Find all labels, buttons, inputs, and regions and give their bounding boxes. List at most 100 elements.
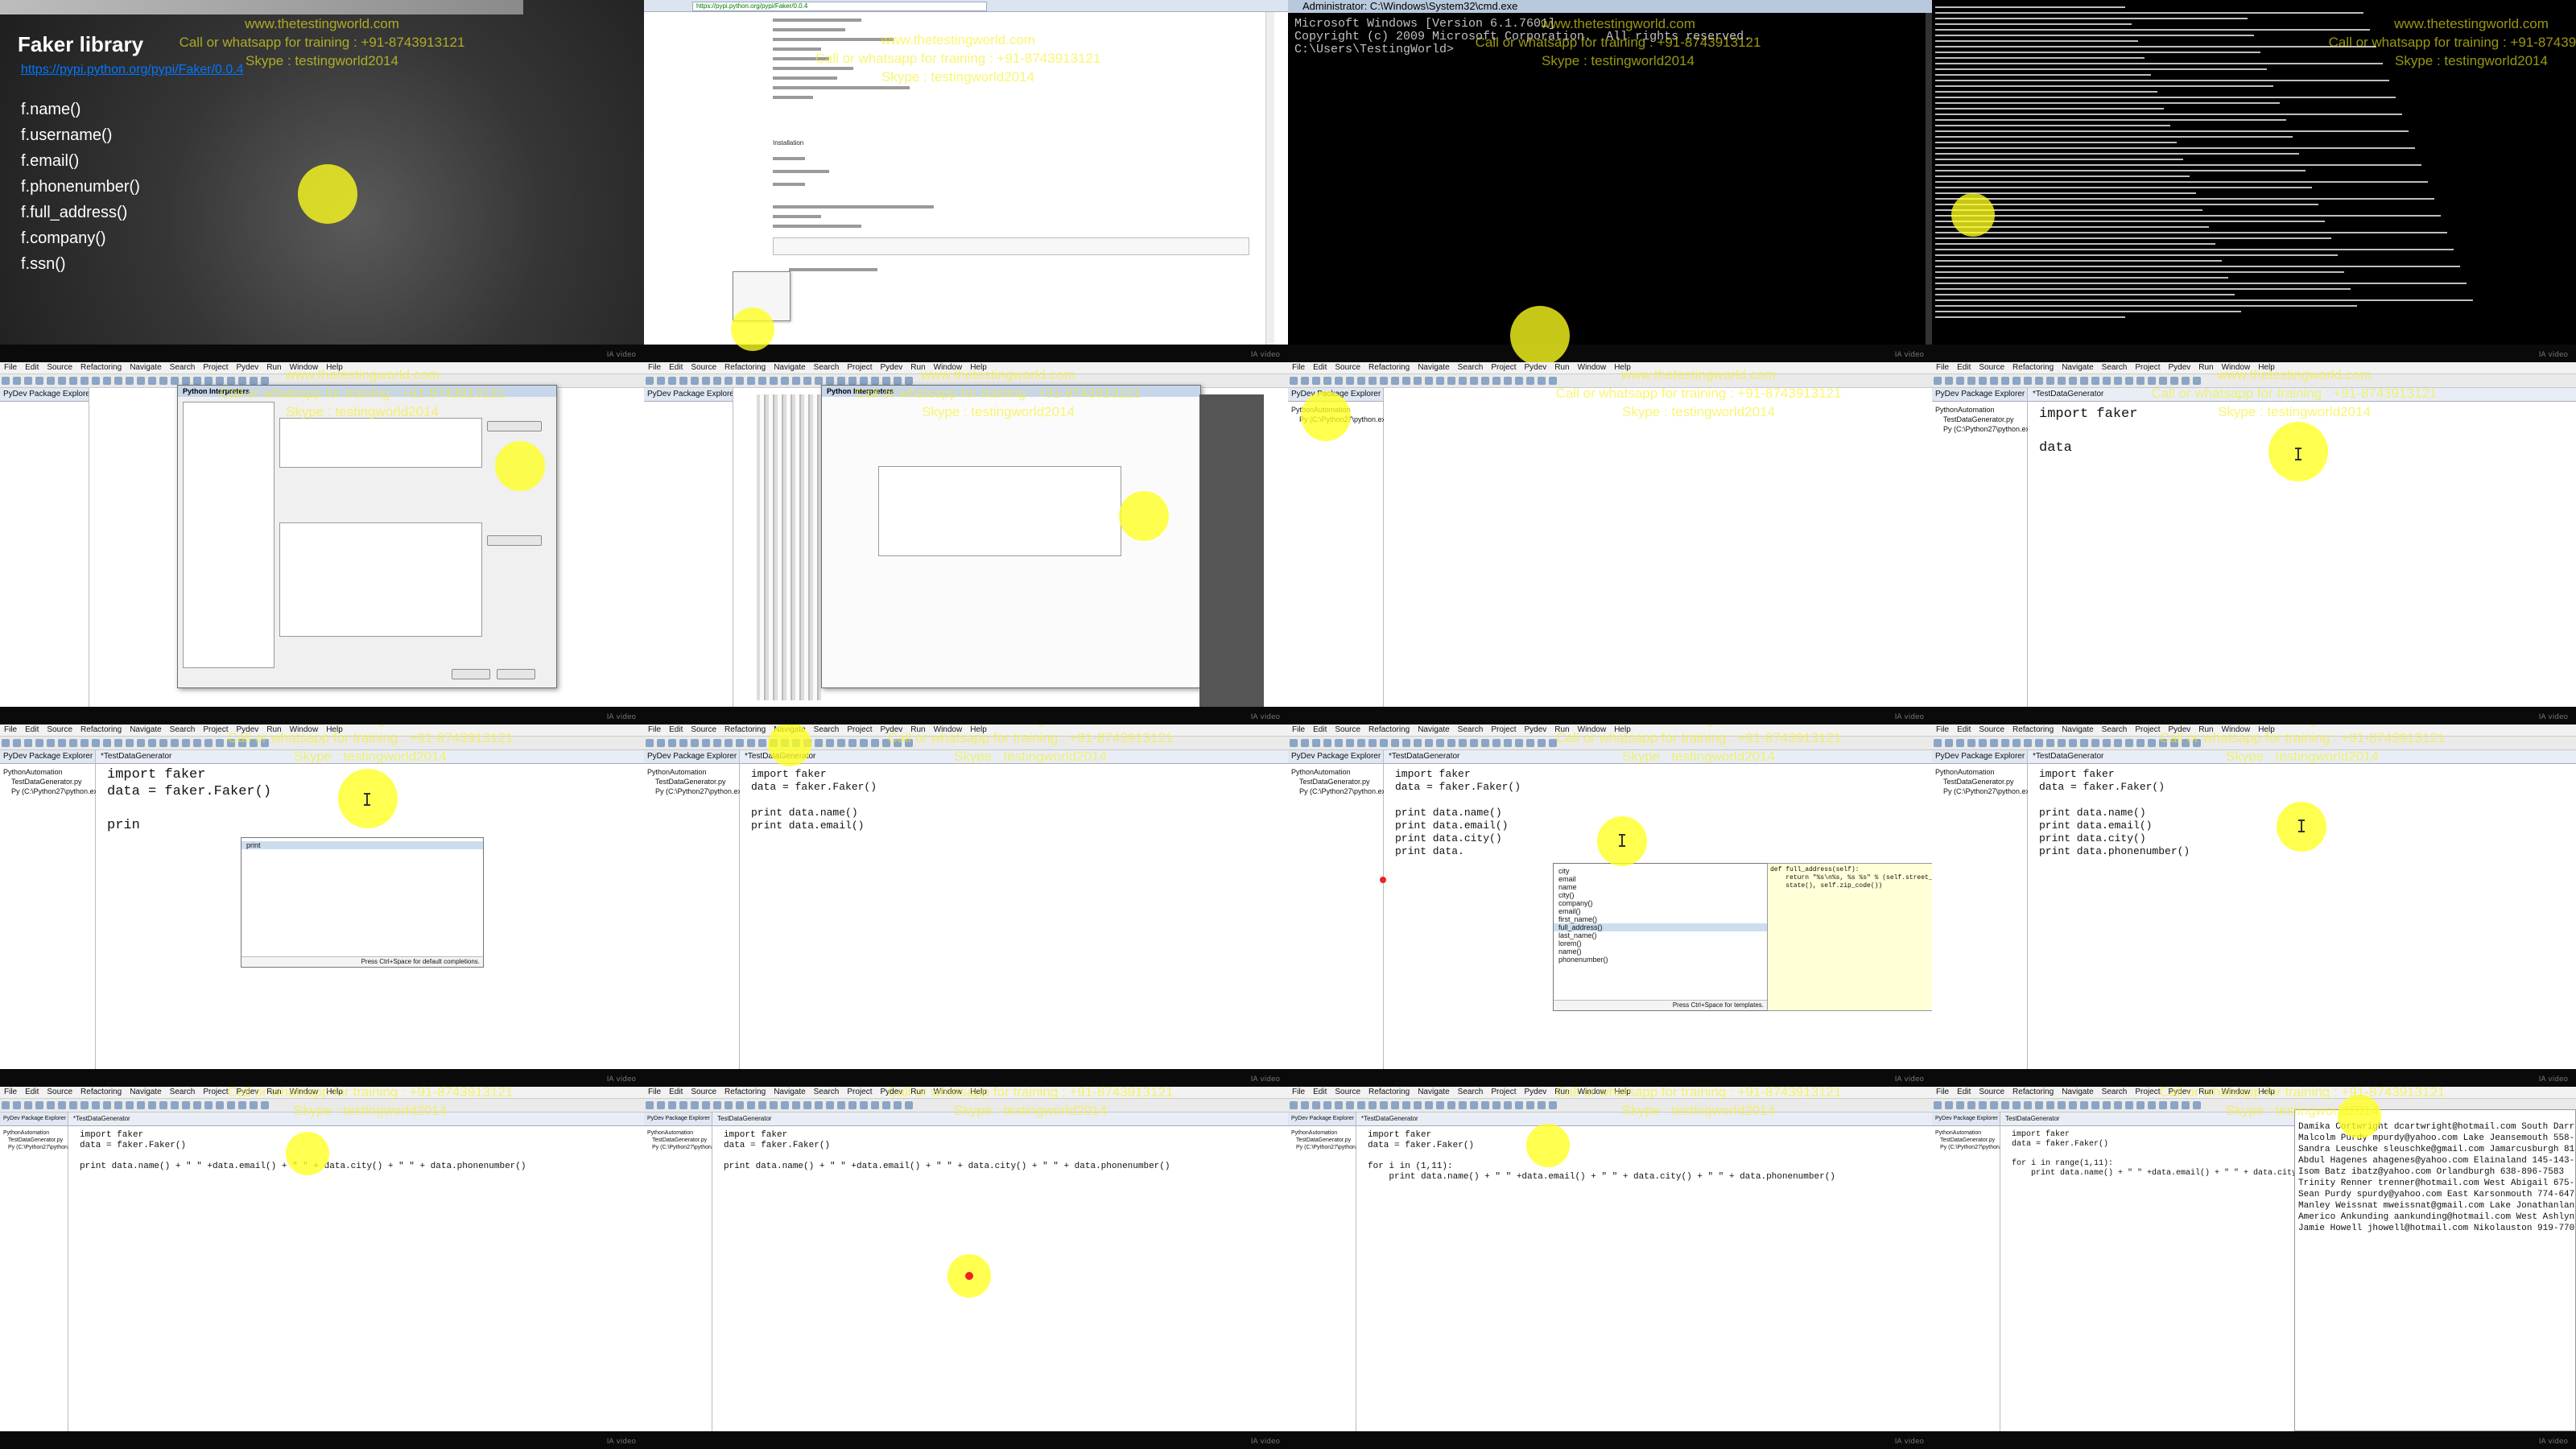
- toolbar-button[interactable]: [24, 739, 32, 747]
- toolbar-button[interactable]: [657, 1101, 665, 1109]
- toolbar-button[interactable]: [92, 739, 100, 747]
- toolbar-button[interactable]: [1368, 377, 1377, 385]
- toolbar-button[interactable]: [2001, 1101, 2009, 1109]
- menu-item[interactable]: Navigate: [130, 1088, 161, 1096]
- toolbar-button[interactable]: [781, 1101, 789, 1109]
- tree-item-interpreter[interactable]: Py (C:\Python27\python.exe): [3, 1144, 80, 1151]
- toolbar-button[interactable]: [2091, 1101, 2099, 1109]
- tree-item-file[interactable]: TestDataGenerator.py: [1935, 777, 2024, 786]
- toolbar-button[interactable]: [1504, 1101, 1512, 1109]
- tree-item-interpreter[interactable]: Py (C:\Python27\python.exe): [1291, 786, 1392, 796]
- menu-item[interactable]: File: [4, 363, 17, 372]
- tree-item-project[interactable]: PythonAutomation: [1291, 767, 1380, 777]
- tree-item-interpreter[interactable]: Py (C:\Python27\python.exe): [1935, 786, 2036, 796]
- toolbar-button[interactable]: [1481, 1101, 1489, 1109]
- toolbar-button[interactable]: [1425, 377, 1433, 385]
- toolbar-button[interactable]: [2, 1101, 10, 1109]
- toolbar-button[interactable]: [826, 1101, 834, 1109]
- toolbar-button[interactable]: [2103, 739, 2111, 747]
- toolbar-button[interactable]: [713, 739, 721, 747]
- toolbar-button[interactable]: [148, 377, 156, 385]
- toolbar-button[interactable]: [1934, 377, 1942, 385]
- menu-item[interactable]: Navigate: [1418, 1088, 1449, 1096]
- toolbar-button[interactable]: [792, 1101, 800, 1109]
- toolbar-button[interactable]: [1436, 377, 1444, 385]
- menu-item[interactable]: Source: [47, 363, 72, 372]
- toolbar-button[interactable]: [2035, 1101, 2043, 1109]
- completion-item[interactable]: full_address(): [1554, 923, 1767, 931]
- toolbar-button[interactable]: [2035, 739, 2043, 747]
- toolbar-button[interactable]: [1391, 739, 1399, 747]
- menu-item[interactable]: Edit: [1957, 1088, 1971, 1096]
- menu-item[interactable]: File: [1936, 1088, 1949, 1096]
- toolbar-button[interactable]: [713, 1101, 721, 1109]
- menu-item[interactable]: Source: [1979, 363, 2004, 372]
- completion-item[interactable]: phonenumber(): [1554, 956, 1767, 964]
- toolbar-button[interactable]: [159, 377, 167, 385]
- libraries-list[interactable]: [279, 522, 482, 637]
- tree-item-project[interactable]: PythonAutomation: [647, 767, 736, 777]
- menu-item[interactable]: Navigate: [774, 1088, 805, 1096]
- toolbar-button[interactable]: [1357, 739, 1365, 747]
- toolbar-button[interactable]: [58, 1101, 66, 1109]
- toolbar-button[interactable]: [691, 1101, 699, 1109]
- menu-item[interactable]: Edit: [25, 1088, 39, 1096]
- completion-item[interactable]: lorem(): [1554, 939, 1767, 947]
- toolbar-button[interactable]: [159, 1101, 167, 1109]
- toolbar-button[interactable]: [1414, 739, 1422, 747]
- menu-item[interactable]: Source: [1979, 725, 2004, 734]
- toolbar-button[interactable]: [646, 377, 654, 385]
- menu-item[interactable]: Source: [1979, 1088, 2004, 1096]
- menu-item[interactable]: Source: [1335, 363, 1360, 372]
- toolbar-button[interactable]: [1425, 739, 1433, 747]
- toolbar-button[interactable]: [2035, 377, 2043, 385]
- toolbar-button[interactable]: [2046, 377, 2054, 385]
- menu-item[interactable]: Search: [1458, 1088, 1484, 1096]
- toolbar-button[interactable]: [702, 377, 710, 385]
- menu-item[interactable]: File: [1936, 725, 1949, 734]
- toolbar-button[interactable]: [1335, 739, 1343, 747]
- toolbar-button[interactable]: [702, 739, 710, 747]
- toolbar-button[interactable]: [1357, 377, 1365, 385]
- toolbar-button[interactable]: [1470, 1101, 1478, 1109]
- toolbar-button[interactable]: [1481, 739, 1489, 747]
- toolbar-button[interactable]: [137, 1101, 145, 1109]
- tree-item-project[interactable]: PythonAutomation: [1935, 405, 2024, 415]
- toolbar-button[interactable]: [1391, 377, 1399, 385]
- completion-popup[interactable]: print Press Ctrl+Space for default compl…: [241, 837, 484, 968]
- toolbar-button[interactable]: [1335, 1101, 1343, 1109]
- completion-item[interactable]: email(): [1554, 907, 1767, 915]
- menu-item[interactable]: Source: [1335, 1088, 1360, 1096]
- toolbar-button[interactable]: [1934, 1101, 1942, 1109]
- toolbar-button[interactable]: [803, 1101, 811, 1109]
- tree-item-file[interactable]: TestDataGenerator.py: [1935, 1137, 1996, 1144]
- toolbar-button[interactable]: [2058, 377, 2066, 385]
- toolbar-button[interactable]: [1481, 377, 1489, 385]
- toolbar-button[interactable]: [702, 1101, 710, 1109]
- menu-item[interactable]: Search: [170, 1088, 196, 1096]
- toolbar-button[interactable]: [1425, 1101, 1433, 1109]
- toolbar-button[interactable]: [1368, 1101, 1377, 1109]
- toolbar-button[interactable]: [1301, 739, 1309, 747]
- toolbar-button[interactable]: [657, 377, 665, 385]
- toolbar-button[interactable]: [770, 377, 778, 385]
- toolbar-button[interactable]: [1301, 377, 1309, 385]
- toolbar-button[interactable]: [24, 1101, 32, 1109]
- toolbar-button[interactable]: [1492, 377, 1501, 385]
- toolbar-button[interactable]: [2069, 1101, 2077, 1109]
- toolbar-button[interactable]: [1945, 377, 1953, 385]
- toolbar-button[interactable]: [803, 377, 811, 385]
- toolbar-button[interactable]: [2058, 1101, 2066, 1109]
- toolbar-button[interactable]: [80, 1101, 89, 1109]
- completion-popup[interactable]: city email name city() company() email() first…: [1553, 863, 1768, 1011]
- toolbar-button[interactable]: [1436, 1101, 1444, 1109]
- toolbar-button[interactable]: [1459, 739, 1467, 747]
- menu-item[interactable]: Navigate: [130, 363, 161, 372]
- toolbar-button[interactable]: [1402, 1101, 1410, 1109]
- toolbar-button[interactable]: [1945, 1101, 1953, 1109]
- menu-item[interactable]: Navigate: [2062, 1088, 2093, 1096]
- ok-button[interactable]: [452, 669, 490, 679]
- toolbar-button[interactable]: [2091, 377, 2099, 385]
- toolbar-button[interactable]: [1391, 1101, 1399, 1109]
- toolbar-button[interactable]: [758, 1101, 766, 1109]
